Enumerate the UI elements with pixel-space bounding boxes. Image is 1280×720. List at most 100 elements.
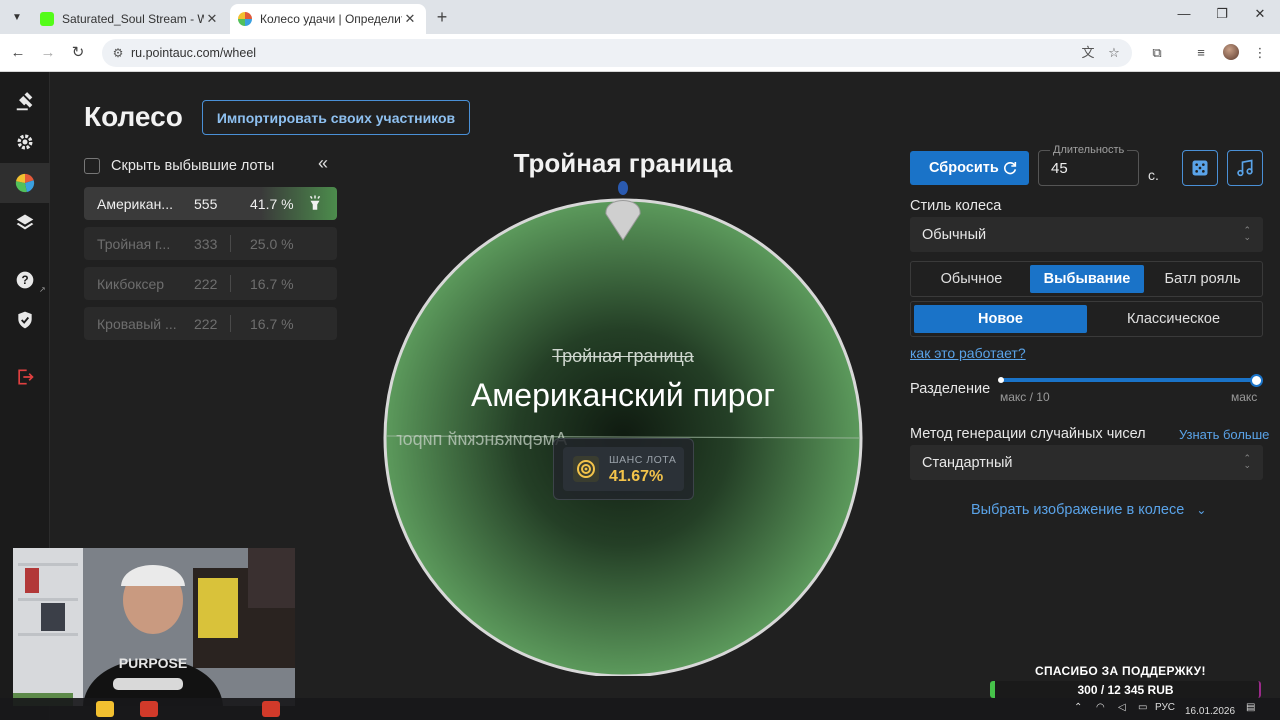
kick-favicon-icon (40, 12, 54, 26)
lot-row[interactable]: Тройная г... 333 25.0 % (84, 227, 337, 260)
refresh-icon (1002, 160, 1018, 176)
lot-amount: 222 (194, 315, 218, 332)
mode-battle-royale-option[interactable]: Батл рояль (1145, 265, 1260, 293)
mode-normal-option[interactable]: Обычное (914, 265, 1029, 293)
os-taskbar: ⌃ ◠ ◁ ▭ РУС 16.01.2026 ▤ (0, 698, 1280, 720)
chrome-taskbar-icon[interactable] (96, 701, 114, 717)
select-caret-icon: ⌃ ⌄ (1243, 453, 1251, 470)
choose-wheel-image-button[interactable]: Выбрать изображение в колесе ⌄ (971, 502, 1206, 518)
hide-eliminated-label: Скрыть выбывшие лоты (111, 158, 275, 174)
hide-eliminated-toggle[interactable]: Скрыть выбывшие лоты (84, 155, 336, 177)
new-tab-button[interactable]: + (432, 7, 452, 27)
import-participants-button[interactable]: Импортировать своих участников (202, 100, 470, 135)
split-slider-min-mark (998, 377, 1004, 383)
notifications-icon[interactable]: ▤ (1246, 702, 1255, 713)
lot-amount: 222 (194, 275, 218, 292)
winner-text: Американский пирог (470, 377, 776, 413)
lot-amount: 333 (194, 235, 218, 252)
gavel-icon[interactable] (14, 91, 36, 113)
app-taskbar-icon[interactable] (262, 701, 280, 717)
app-taskbar-icon[interactable] (140, 701, 158, 717)
reload-button[interactable]: ↻ (67, 42, 89, 64)
wheel-segment-label: Американский пирог (396, 429, 568, 449)
music-button[interactable] (1227, 150, 1263, 186)
lot-percent: 41.7 % (250, 195, 294, 212)
rng-learn-more-link[interactable]: Узнать больше (1179, 427, 1269, 442)
split-slider-thumb[interactable] (1250, 374, 1263, 387)
help-icon[interactable]: ? (14, 269, 36, 291)
profile-avatar[interactable] (1223, 44, 1239, 60)
shield-check-icon[interactable] (14, 309, 36, 331)
layers-icon[interactable] (14, 211, 36, 233)
taskbar-date[interactable]: 16.01.2026 (1185, 706, 1235, 717)
omnibox[interactable]: ⚙ ru.pointauc.com/wheel 文 ☆ (102, 39, 1132, 67)
lot-name: Кровавый ... (97, 315, 177, 332)
lot-percent: 16.7 % (250, 315, 294, 332)
lot-percent: 25.0 % (250, 235, 294, 252)
mode-segmented-control: Обычное Выбывание Батл рояль (910, 261, 1263, 297)
eliminated-lot-text: Тройная граница (552, 346, 694, 366)
logout-icon[interactable] (14, 366, 36, 388)
rng-select[interactable]: Стандартный ⌃ ⌄ (910, 445, 1263, 480)
lot-row[interactable]: Американ... 555 41.7 % (84, 187, 337, 220)
wheel-current-title: Тройная граница (513, 148, 733, 178)
lot-name: Тройная г... (97, 235, 171, 252)
collapse-panel-icon[interactable]: « (314, 154, 332, 174)
variant-classic-option[interactable]: Классическое (1087, 305, 1260, 333)
tab-search-button[interactable]: ▼ (5, 5, 29, 29)
site-info-icon[interactable]: ⚙ (109, 44, 127, 62)
donation-title: СПАСИБО ЗА ПОДДЕРЖКУ! (1035, 664, 1206, 678)
language-indicator[interactable]: РУС (1155, 702, 1175, 713)
back-button[interactable]: ← (7, 42, 29, 64)
rng-label: Метод генерации случайных чисел (910, 426, 1146, 442)
wheel-style-value: Обычный (922, 226, 987, 243)
url-text[interactable]: ru.pointauc.com/wheel (131, 46, 256, 60)
address-toolbar: ← → ↻ ⚙ ru.pointauc.com/wheel 文 ☆ ⧉ ≡ ⋮ (0, 34, 1280, 72)
wheel-style-select[interactable]: Обычный ⌃ ⌄ (910, 217, 1263, 252)
random-dice-button[interactable] (1182, 150, 1218, 186)
wheel[interactable] (380, 176, 866, 676)
reset-button[interactable]: Сбросить (910, 151, 1029, 185)
translate-icon[interactable]: 文 (1079, 44, 1097, 62)
tab-saturated-soul[interactable]: Saturated_Soul Stream - Watch ✕ (32, 4, 228, 34)
tab-close-icon[interactable]: ✕ (402, 11, 418, 27)
target-icon (573, 456, 599, 482)
webcam-overlay: PURPOSE (13, 548, 295, 706)
forward-button[interactable]: → (37, 42, 59, 64)
split-slider-track[interactable] (1000, 378, 1257, 382)
media-control-icon[interactable]: ≡ (1191, 43, 1211, 63)
maximize-button[interactable]: ❐ (1210, 6, 1234, 26)
minimize-button[interactable]: — (1172, 6, 1196, 26)
tab-close-icon[interactable]: ✕ (204, 11, 220, 27)
volume-icon[interactable]: ◁ (1118, 702, 1126, 713)
tray-chevron-icon[interactable]: ⌃ (1074, 702, 1082, 713)
battery-icon[interactable]: ▭ (1138, 702, 1147, 713)
gear-icon[interactable] (14, 131, 36, 153)
wifi-icon[interactable]: ◠ (1096, 702, 1105, 713)
mode-elimination-option[interactable]: Выбывание (1030, 265, 1144, 293)
variant-new-option[interactable]: Новое (914, 305, 1087, 333)
tab-wheel[interactable]: Колесо удачи | Определите п ✕ (230, 4, 426, 34)
duration-input[interactable]: 45 (1051, 160, 1068, 177)
lot-row[interactable]: Кикбоксер 222 16.7 % (84, 267, 337, 300)
external-link-icon: ↗ (39, 285, 46, 294)
lot-name: Кикбоксер (97, 275, 165, 292)
extensions-icon[interactable]: ⧉ (1147, 43, 1167, 63)
rng-value: Стандартный (922, 454, 1013, 471)
how-it-works-link[interactable]: как это работает? (910, 345, 1026, 361)
split-max-caption: макс (1231, 390, 1258, 404)
close-window-button[interactable]: ✕ (1248, 6, 1272, 26)
donation-progress-text: 300 / 12 345 RUB (1077, 683, 1174, 697)
bookmark-star-icon[interactable]: ☆ (1105, 44, 1123, 62)
tab-label: Колесо удачи | Определите п (260, 12, 402, 26)
lot-row[interactable]: Кровавый ... 222 16.7 % (84, 307, 337, 340)
shirt-print: PURPOSE (119, 655, 187, 671)
choose-image-label: Выбрать изображение в колесе (971, 502, 1185, 518)
lot-divider (230, 275, 231, 292)
select-caret-icon: ⌃ ⌄ (1243, 225, 1251, 242)
lot-divider (230, 235, 231, 252)
pie-chart-icon[interactable] (0, 163, 50, 203)
lot-name: Американ... (97, 195, 173, 212)
menu-icon[interactable]: ⋮ (1250, 43, 1270, 63)
hide-eliminated-checkbox[interactable] (84, 158, 100, 174)
